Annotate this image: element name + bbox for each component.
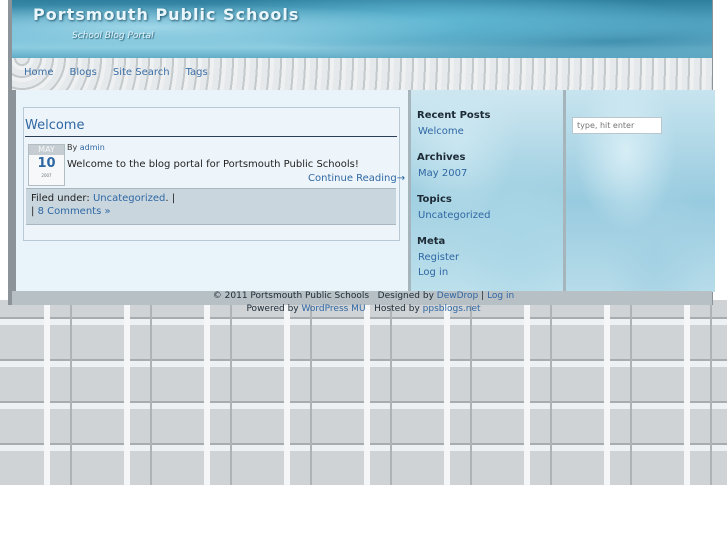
post-date-day: 10 — [37, 156, 56, 171]
search-input[interactable] — [572, 117, 662, 134]
nav-site-search[interactable]: Site Search — [113, 67, 170, 78]
page-bottom — [0, 485, 727, 545]
tiled-background — [0, 300, 727, 485]
comments-link[interactable]: 8 Comments » — [38, 206, 111, 217]
footer-designed-by: Designed by — [377, 291, 434, 301]
continue-reading-link[interactable]: Continue Reading→ — [308, 173, 405, 184]
meta-login-link[interactable]: Log in — [418, 267, 448, 278]
post-title[interactable]: Welcome — [25, 118, 84, 133]
footer-line-2: Powered by WordPress MU Hosted by ppsblo… — [0, 304, 727, 314]
post-excerpt: Welcome to the blog portal for Portsmout… — [67, 159, 359, 170]
footer-designer-link[interactable]: DewDrop — [437, 291, 478, 301]
nav-home[interactable]: Home — [24, 67, 54, 78]
post-date-month: MAY — [29, 145, 64, 155]
recent-post-welcome[interactable]: Welcome — [418, 126, 464, 137]
post-author-link[interactable]: admin — [80, 143, 105, 152]
post-date-year: 2007 — [41, 173, 52, 178]
footer-line-1: © 2011 Portsmouth Public Schools Designe… — [0, 291, 727, 301]
post-title-divider — [25, 136, 397, 137]
nav-tags[interactable]: Tags — [186, 67, 208, 78]
footer-hosted-by: Hosted by — [374, 304, 420, 314]
recent-posts-heading: Recent Posts — [417, 110, 491, 121]
footer-platform-link[interactable]: WordPress MU — [302, 304, 366, 314]
archives-heading: Archives — [417, 152, 466, 163]
footer-sep: | — [481, 291, 485, 301]
post-byline: By admin — [67, 143, 105, 152]
meta-heading: Meta — [417, 236, 446, 247]
category-link[interactable]: Uncategorized — [93, 193, 165, 204]
footer-copyright: © 2011 Portsmouth Public Schools — [212, 291, 370, 301]
post-date-badge: MAY 10 2007 — [28, 144, 65, 186]
site-title[interactable]: Portsmouth Public Schools — [33, 5, 299, 24]
post-comments: | 8 Comments » — [31, 206, 111, 217]
archive-may-2007[interactable]: May 2007 — [418, 168, 467, 179]
comments-sep: | — [31, 206, 35, 217]
site-tagline: School Blog Portal — [72, 31, 154, 41]
nav-blogs[interactable]: Blogs — [70, 67, 97, 78]
filed-under-label: Filed under: — [31, 193, 90, 204]
byline-prefix: By — [67, 143, 78, 152]
footer-powered-by: Powered by — [246, 304, 299, 314]
topics-heading: Topics — [417, 194, 452, 205]
post-filed-under: Filed under: Uncategorized. | — [31, 193, 175, 204]
filed-suffix: . | — [165, 193, 176, 204]
topic-uncategorized[interactable]: Uncategorized — [418, 210, 490, 221]
meta-register-link[interactable]: Register — [418, 252, 459, 263]
footer-login-link[interactable]: Log in — [487, 291, 514, 301]
footer-host-link[interactable]: ppsblogs.net — [423, 304, 481, 314]
main-nav: Home Blogs Site Search Tags — [24, 67, 224, 78]
